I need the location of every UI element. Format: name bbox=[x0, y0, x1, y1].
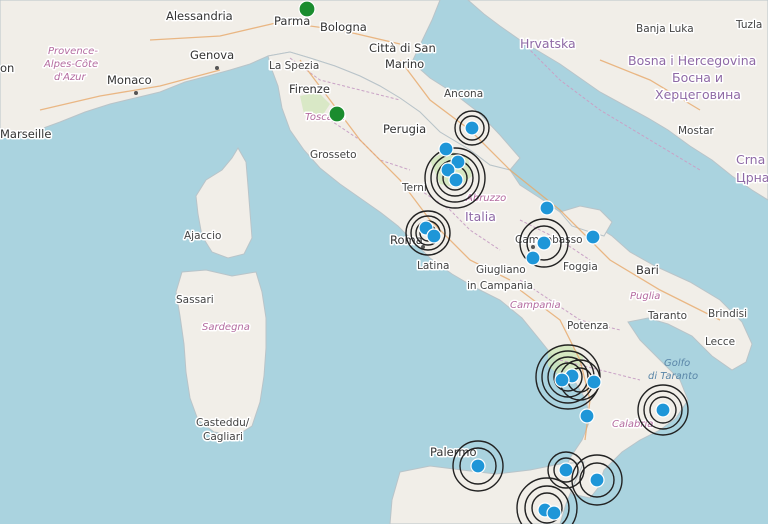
label-citta-san-marino-1: Città di San bbox=[369, 41, 436, 55]
quake-dot[interactable] bbox=[448, 172, 464, 188]
label-giugliano-1: Giugliano bbox=[476, 264, 526, 276]
quake-marker[interactable] bbox=[452, 440, 504, 492]
label-tuzla: Tuzla bbox=[735, 19, 762, 31]
label-mostar: Mostar bbox=[678, 125, 715, 137]
label-cagliari-1: Casteddu/ bbox=[196, 417, 250, 429]
label-bosna-2: Босна и bbox=[672, 70, 723, 85]
label-marseille: Marseille bbox=[0, 127, 51, 141]
quake-dot[interactable] bbox=[426, 228, 442, 244]
label-la-spezia: La Spezia bbox=[269, 60, 319, 72]
quake-marker[interactable] bbox=[585, 229, 601, 245]
label-bosna-3: Херцеговина bbox=[655, 87, 741, 102]
label-campania: Campania bbox=[510, 300, 561, 311]
label-bari: Bari bbox=[636, 263, 659, 277]
label-citta-san-marino-2: Marino bbox=[385, 57, 424, 71]
label-golfo-1: Golfo bbox=[664, 358, 690, 369]
label-cagliari-2: Cagliari bbox=[203, 431, 243, 443]
quake-dot[interactable] bbox=[655, 402, 671, 418]
quake-marker[interactable] bbox=[454, 110, 490, 146]
label-giugliano-2: in Campania bbox=[467, 280, 533, 292]
label-foggia: Foggia bbox=[563, 261, 598, 273]
label-monaco: Monaco bbox=[107, 73, 152, 87]
quake-dot[interactable] bbox=[586, 374, 602, 390]
label-abruzzo: Abruzzo bbox=[465, 193, 506, 204]
quake-dot[interactable] bbox=[539, 200, 555, 216]
quake-marker[interactable] bbox=[571, 454, 623, 506]
label-bologna: Bologna bbox=[320, 20, 367, 34]
label-potenza: Potenza bbox=[567, 320, 609, 332]
quake-dot[interactable] bbox=[464, 120, 480, 136]
label-sassari: Sassari bbox=[176, 294, 214, 306]
quake-dot[interactable] bbox=[589, 472, 605, 488]
label-hrvatska: Hrvatska bbox=[520, 36, 576, 51]
label-ancona: Ancona bbox=[444, 88, 483, 100]
quake-dot[interactable] bbox=[525, 250, 541, 266]
label-provence-1: Provence- bbox=[48, 46, 98, 57]
label-alessandria: Alessandria bbox=[166, 9, 233, 23]
map-canvas[interactable]: Alessandria Parma Bologna Genova Città d… bbox=[0, 0, 768, 524]
green-marker[interactable] bbox=[298, 0, 316, 18]
label-sardegna: Sardegna bbox=[202, 322, 250, 333]
label-taranto: Taranto bbox=[647, 310, 687, 322]
quake-dot[interactable] bbox=[558, 462, 574, 478]
quake-dot[interactable] bbox=[579, 408, 595, 424]
green-dot[interactable] bbox=[298, 0, 316, 18]
label-puglia: Puglia bbox=[630, 291, 660, 302]
label-genova: Genova bbox=[190, 48, 234, 62]
label-crna-1: Crna bbox=[736, 152, 765, 167]
label-golfo-2: di Taranto bbox=[648, 371, 698, 382]
label-lecce: Lecce bbox=[705, 336, 735, 348]
label-perugia: Perugia bbox=[383, 122, 426, 136]
quake-dot[interactable] bbox=[554, 372, 570, 388]
label-provence-2: Alpes-Côte bbox=[43, 58, 98, 70]
label-italia: Italia bbox=[465, 209, 496, 224]
label-latina: Latina bbox=[417, 260, 449, 272]
quake-marker[interactable] bbox=[547, 451, 585, 489]
label-ajaccio: Ajaccio bbox=[184, 230, 221, 242]
label-provence-3: d'Azur bbox=[54, 72, 87, 83]
green-marker[interactable] bbox=[328, 105, 346, 123]
quake-dot[interactable] bbox=[470, 458, 486, 474]
label-grosseto: Grosseto bbox=[310, 149, 357, 161]
quake-dot[interactable] bbox=[546, 505, 562, 521]
quake-dot[interactable] bbox=[438, 141, 454, 157]
label-partial-left: on bbox=[0, 61, 14, 75]
label-firenze: Firenze bbox=[289, 82, 330, 96]
quake-dot[interactable] bbox=[585, 229, 601, 245]
label-crna-2: Црна bbox=[736, 170, 768, 185]
label-bosna-1: Bosna i Hercegovina bbox=[628, 53, 756, 68]
label-brindisi: Brindisi bbox=[708, 308, 747, 320]
label-palermo: Palermo bbox=[430, 445, 477, 459]
label-terni: Terni bbox=[401, 182, 427, 194]
quake-dot[interactable] bbox=[536, 235, 552, 251]
green-dot[interactable] bbox=[328, 105, 346, 123]
label-banja-luka: Banja Luka bbox=[636, 23, 694, 35]
